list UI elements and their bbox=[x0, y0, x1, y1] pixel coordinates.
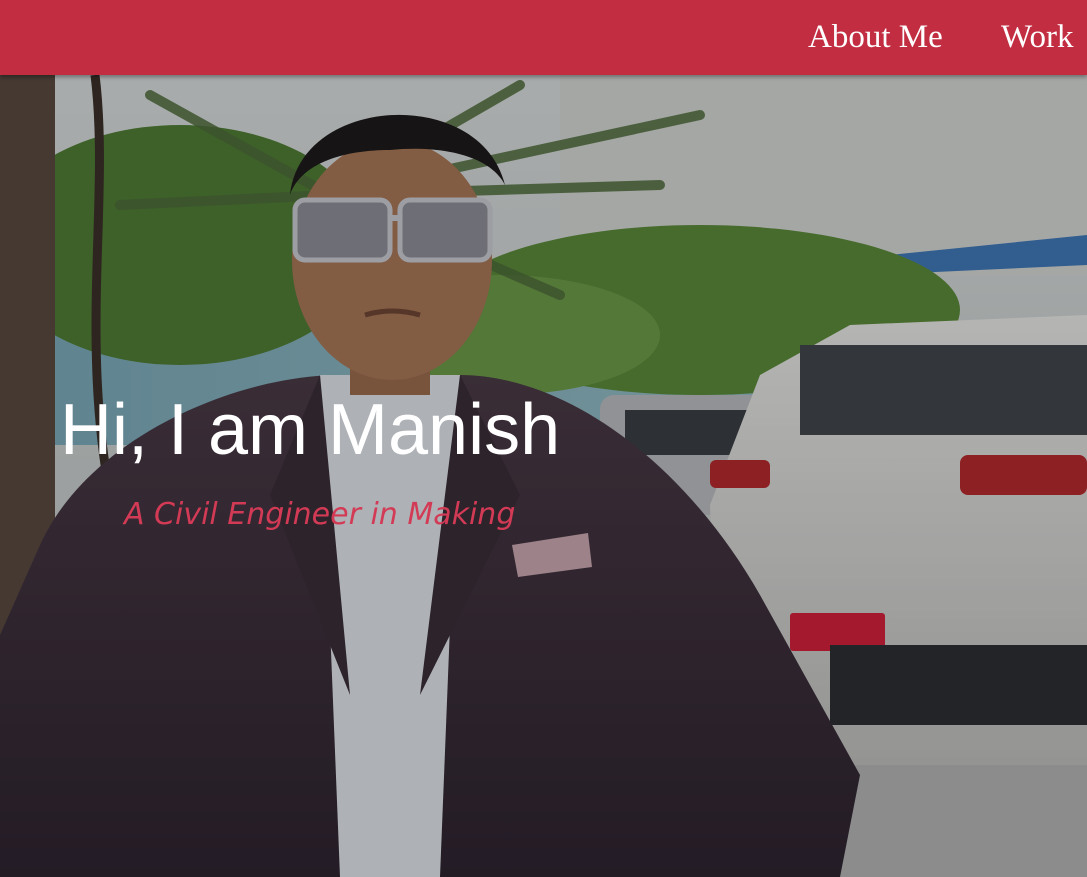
top-navbar: About Me Work bbox=[0, 0, 1087, 75]
hero-subtitle: A Civil Engineer in Making bbox=[124, 497, 516, 532]
nav-link-work[interactable]: Work bbox=[1001, 16, 1074, 58]
hero-title: Hi, I am Manish bbox=[60, 390, 561, 470]
nav-link-about-me[interactable]: About Me bbox=[808, 16, 943, 58]
hero-dark-overlay bbox=[0, 75, 1087, 877]
hero-section: Hi, I am Manish A Civil Engineer in Maki… bbox=[0, 75, 1087, 877]
